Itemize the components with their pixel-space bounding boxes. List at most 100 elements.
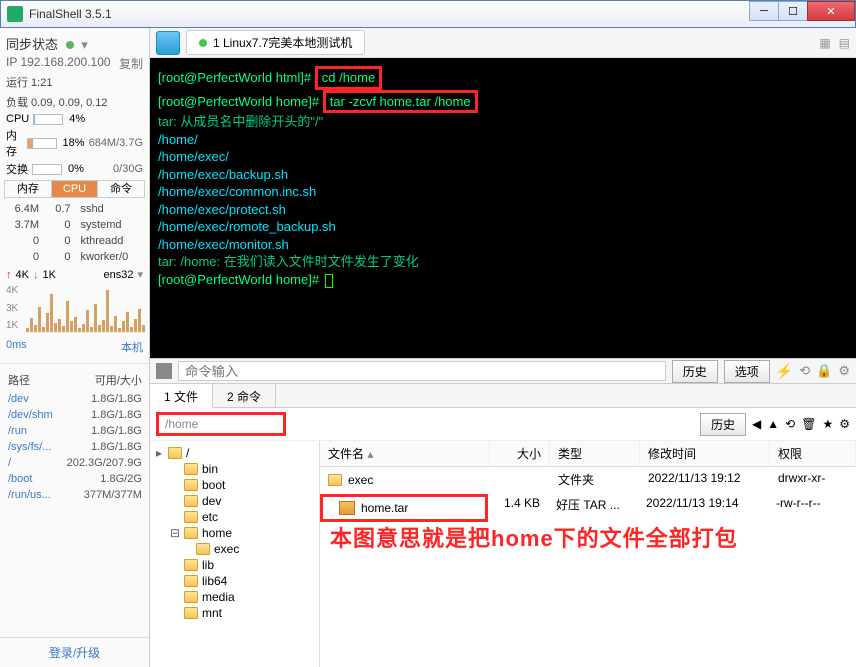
folder-icon [168,447,182,459]
file-row[interactable]: home.tar 1.4 KB 好压 TAR ... 2022/11/13 19… [320,492,856,524]
down-arrow-icon: ↓ [33,269,39,281]
term-line: /home/exec/ [158,148,848,166]
path-bar: /home 历史 ◀ ▲ ⟲ 🗑 ★ ⚙ [150,408,856,441]
folder-tree[interactable]: ▸/ binbootdevetc⊟homeexecliblib64mediamn… [150,441,320,667]
refresh-icon[interactable]: ⟲ [785,417,795,431]
app-icon [7,6,23,22]
disk-size: 1.8G/1.8G [61,440,148,454]
settings-icon[interactable]: ⚙ [839,417,850,431]
col-size[interactable]: 大小 [490,441,550,466]
tab-cmd[interactable]: 命令 [98,181,144,197]
up-arrow-icon: ↑ [6,269,12,281]
tree-item[interactable]: home [202,526,232,540]
connection-label: 1 Linux7.7完美本地测试机 [213,34,352,51]
sync-icon[interactable]: ⟲ [799,363,810,379]
disk-path[interactable]: /dev/shm [2,408,59,422]
folder-icon [184,559,198,571]
tree-item[interactable]: media [202,590,235,604]
copy-ip-button[interactable]: 复制 [119,55,143,72]
tree-item[interactable]: lib64 [202,574,227,588]
disk-path[interactable]: /run/us... [2,488,59,502]
folder-icon[interactable] [156,31,180,55]
process-table: 6.4M0.7sshd 3.7M0systemd 00kthreadd 00kw… [0,200,149,266]
path-history-button[interactable]: 历史 [700,413,746,436]
cpu-label: CPU [6,113,29,125]
grid-icon[interactable]: ▦ [819,36,830,50]
back-icon[interactable]: ◀ [752,417,761,431]
list-icon[interactable]: ▤ [839,36,850,50]
tree-item[interactable]: boot [202,478,225,492]
term-line: /home/exec/protect.sh [158,201,848,219]
swap-pct: 0% [68,163,84,175]
history-button[interactable]: 历史 [672,360,718,383]
disk-path[interactable]: /dev [2,392,59,406]
folder-icon [184,607,198,619]
folder-icon [184,495,198,507]
lock-icon[interactable]: 🔒 [816,363,832,379]
bottom-tabs: 1 文件 2 命令 [150,384,856,408]
tree-root[interactable]: / [186,446,189,460]
folder-icon [184,511,198,523]
sync-dot-icon [66,41,74,49]
mem-label: 内存 [6,127,23,159]
folder-icon [184,463,198,475]
gear-icon[interactable]: ⚙ [838,363,850,379]
tree-item[interactable]: exec [214,542,239,556]
disk-path[interactable]: / [2,456,59,470]
mem-value: 684M/3.7G [89,137,143,149]
command-input-bar: 历史 选项 ⚡ ⟲ 🔒 ⚙ [150,358,856,384]
term-line: /home/exec/monitor.sh [158,236,848,254]
col-name[interactable]: 文件名 ▴ [320,441,490,466]
close-button[interactable]: ✕ [807,1,855,21]
options-button[interactable]: 选项 [724,360,770,383]
term-line: /home/exec/backup.sh [158,166,848,184]
host-label[interactable]: 本机 [121,339,143,355]
disk-size: 202.3G/207.9G [61,456,148,470]
file-row[interactable]: exec 文件夹 2022/11/13 19:12 drwxr-xr- [320,467,856,492]
disk-path[interactable]: /run [2,424,59,438]
tab-mem[interactable]: 内存 [5,181,52,197]
disk-path[interactable]: /boot [2,472,59,486]
up-icon[interactable]: ▲ [767,417,779,431]
tree-item[interactable]: mnt [202,606,222,620]
connection-tabs: 1 Linux7.7完美本地测试机 ▦ ▤ [150,28,856,58]
titlebar: FinalShell 3.5.1 ─ ☐ ✕ [0,0,856,28]
col-perm[interactable]: 权限 [770,441,856,466]
load-avg: 负载 0.09, 0.09, 0.12 [0,92,149,112]
ip-address: IP 192.168.200.100 [6,55,111,72]
ping-value: 0ms [6,339,27,355]
folder-icon [328,474,342,486]
bolt-icon[interactable]: ⚡ [776,363,793,380]
bookmark-icon[interactable]: ★ [822,417,833,431]
maximize-button[interactable]: ☐ [778,1,808,21]
tree-item[interactable]: lib [202,558,214,572]
login-upgrade-button[interactable]: 登录/升级 [0,637,149,667]
tree-item[interactable]: bin [202,462,218,476]
connection-tab[interactable]: 1 Linux7.7完美本地测试机 [186,30,365,55]
tree-item[interactable]: etc [202,510,218,524]
path-input[interactable]: /home [156,412,286,436]
minimize-button[interactable]: ─ [749,1,779,21]
col-type[interactable]: 类型 [550,441,640,466]
sync-status: 同步状态 ▾ [0,28,149,55]
swap-label: 交换 [6,161,28,177]
trash-icon[interactable]: 🗑 [801,417,816,431]
interface-name: ens32 [103,269,133,281]
terminal[interactable]: [root@PerfectWorld html]# cd /home [root… [150,58,856,358]
prompt-3: [root@PerfectWorld home]# [158,272,319,287]
disk-size: 1.8G/1.8G [61,392,148,406]
keypad-icon[interactable] [156,363,172,379]
disk-path[interactable]: /sys/fs/... [2,440,59,454]
archive-icon [339,501,355,515]
command-input[interactable] [178,361,666,381]
folder-icon [184,479,198,491]
tab-files[interactable]: 1 文件 [150,384,213,408]
tab-cpu[interactable]: CPU [52,181,99,197]
disk-table: 路径可用/大小 /dev1.8G/1.8G/dev/shm1.8G/1.8G/r… [0,368,150,504]
col-mtime[interactable]: 修改时间 [640,441,770,466]
tree-item[interactable]: dev [202,494,221,508]
tab-commands[interactable]: 2 命令 [213,384,276,407]
disk-size: 1.8G/2G [61,472,148,486]
swap-bar [32,164,62,175]
mem-pct: 18% [63,137,85,149]
